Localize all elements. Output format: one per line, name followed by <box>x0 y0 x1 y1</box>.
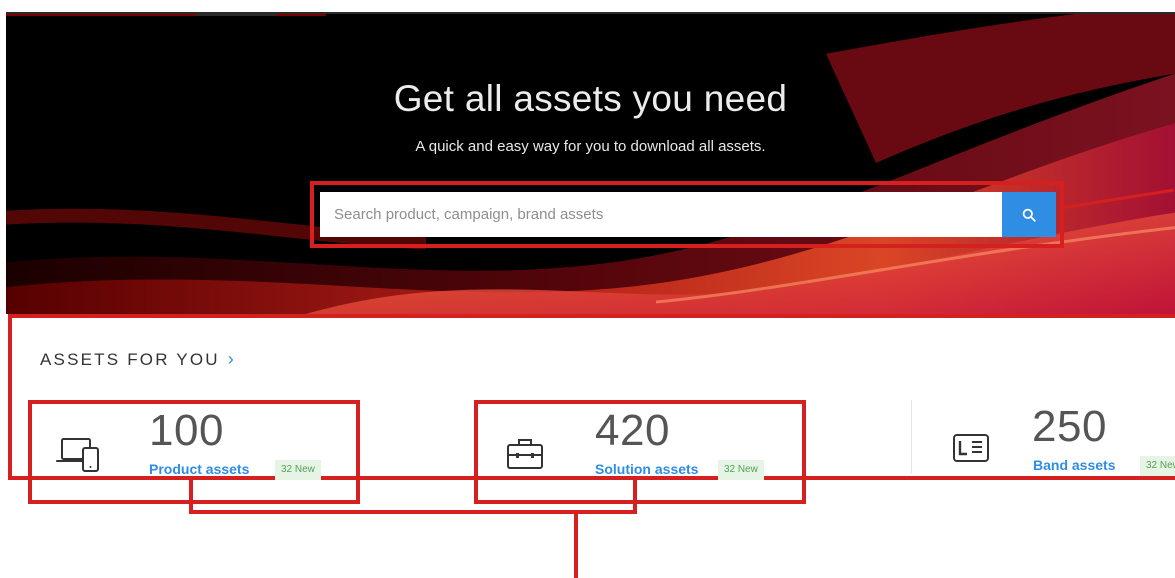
id-card-icon <box>953 434 989 462</box>
asset-card-band[interactable]: 250 Band assets 32 New <box>920 400 1175 504</box>
callout-bracket-left <box>189 480 193 514</box>
callout-bracket-bar <box>189 510 637 514</box>
briefcase-icon <box>507 439 543 469</box>
band-assets-link[interactable]: Band assets <box>1033 457 1115 473</box>
assets-for-you-link[interactable]: ASSETS FOR YOU › <box>40 349 236 370</box>
hero-banner: Get all assets you need A quick and easy… <box>6 12 1175 314</box>
hero-title: Get all assets you need <box>393 78 788 119</box>
new-badge: 32 New <box>1140 456 1175 476</box>
asset-card-solution[interactable]: 420 Solution assets 32 New <box>474 400 806 504</box>
assets-panel: ASSETS FOR YOU › 100 Product assets 32 N… <box>8 314 1175 504</box>
new-badge: 32 New <box>718 460 764 480</box>
laptop-phone-icon <box>56 438 99 472</box>
search-input[interactable] <box>320 192 1002 237</box>
search-button[interactable] <box>1002 192 1056 237</box>
new-badge: 32 New <box>275 460 321 480</box>
callout-bracket-stem <box>574 514 578 578</box>
hero-background-waves <box>6 14 1175 314</box>
callout-bracket-right <box>633 480 637 514</box>
hero-subtitle: A quick and easy way for you to download… <box>415 138 766 155</box>
asset-card-product[interactable]: 100 Product assets 32 New <box>28 400 360 504</box>
search-highlight-box <box>310 181 1064 248</box>
chevron-right-icon: › <box>227 349 236 369</box>
asset-count: 100 <box>149 406 224 455</box>
card-divider <box>911 400 912 474</box>
asset-count: 250 <box>1032 402 1107 451</box>
search-icon <box>1022 208 1036 222</box>
product-assets-link[interactable]: Product assets <box>149 461 249 477</box>
assets-heading-text: ASSETS FOR YOU <box>40 349 220 369</box>
asset-count: 420 <box>595 406 670 455</box>
solution-assets-link[interactable]: Solution assets <box>595 461 698 477</box>
search-bar <box>320 192 1056 237</box>
